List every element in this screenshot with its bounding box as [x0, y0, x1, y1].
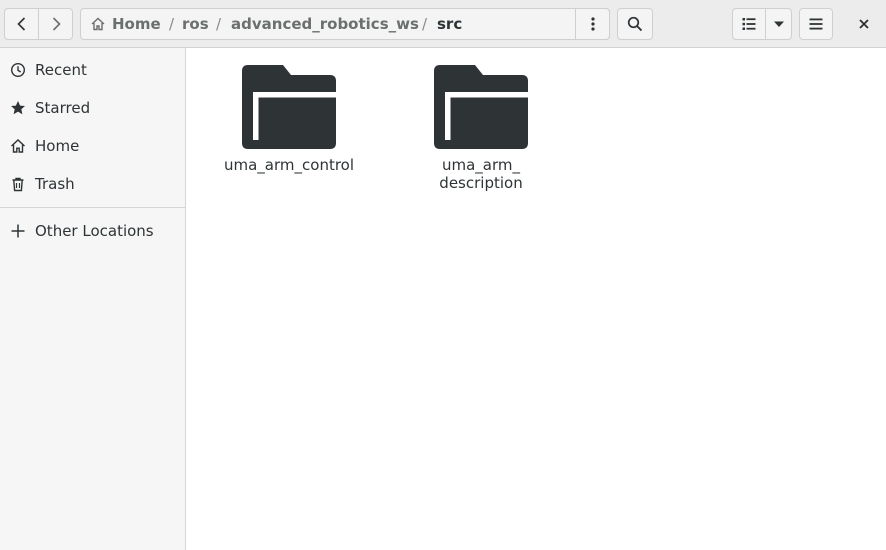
home-icon	[11, 139, 25, 153]
breadcrumb-advanced-robotics-ws[interactable]: advanced_robotics_ws	[231, 9, 419, 39]
list-view-icon	[742, 18, 756, 30]
sidebar-item-starred[interactable]: Starred	[0, 90, 185, 126]
sidebar-item-label: Starred	[35, 99, 91, 117]
file-manager-window: Home / ros / advanced_robotics_ws / src	[0, 0, 886, 550]
folder-icon	[242, 65, 336, 149]
folder-item-uma-arm-description[interactable]: uma_arm_ description	[416, 64, 546, 199]
plus-icon	[11, 224, 25, 238]
sidebar-item-label: Other Locations	[35, 222, 154, 240]
sidebar-divider	[0, 207, 185, 208]
triangle-down-icon	[773, 21, 784, 27]
recent-clock-icon	[10, 62, 26, 78]
star-icon	[11, 101, 25, 115]
forward-button[interactable]	[38, 8, 73, 40]
path-options-button[interactable]	[575, 8, 610, 40]
sidebar: Recent Starred Home Trash Other Location…	[0, 48, 186, 550]
list-view-button[interactable]	[732, 8, 766, 40]
hamburger-menu-icon	[809, 18, 823, 30]
sidebar-item-label: Home	[35, 137, 80, 155]
breadcrumb-separator: /	[422, 15, 428, 33]
breadcrumb-src[interactable]: src	[437, 9, 462, 39]
breadcrumb-separator: /	[169, 15, 175, 33]
sidebar-item-trash[interactable]: Trash	[0, 166, 185, 202]
folder-icon	[434, 65, 528, 149]
sidebar-item-label: Trash	[35, 175, 75, 193]
breadcrumb-ros[interactable]: ros	[182, 9, 209, 39]
file-name-label: uma_arm_ description	[439, 156, 523, 192]
path-bar: Home / ros / advanced_robotics_ws / src	[80, 8, 610, 40]
chevron-right-icon	[52, 17, 61, 31]
sidebar-item-home[interactable]: Home	[0, 128, 185, 164]
folder-item-uma-arm-control[interactable]: uma_arm_control	[224, 64, 354, 199]
search-icon	[627, 16, 643, 32]
sidebar-item-other-locations[interactable]: Other Locations	[0, 213, 185, 249]
breadcrumb-home[interactable]: Home	[112, 9, 161, 39]
file-view: uma_arm_control uma_arm_ description	[186, 48, 886, 550]
view-options-dropdown[interactable]	[765, 8, 792, 40]
main-menu-button[interactable]	[799, 8, 833, 40]
sidebar-item-recent[interactable]: Recent	[0, 52, 185, 88]
chevron-left-icon	[16, 17, 25, 31]
kebab-menu-icon	[590, 17, 595, 31]
search-button[interactable]	[617, 8, 653, 40]
close-icon	[859, 19, 869, 29]
sidebar-item-label: Recent	[35, 61, 87, 79]
home-icon	[91, 17, 105, 31]
back-button[interactable]	[4, 8, 39, 40]
file-name-label: uma_arm_control	[224, 156, 355, 174]
close-window-button[interactable]	[848, 8, 880, 40]
trash-icon	[12, 177, 24, 192]
breadcrumb-separator: /	[216, 15, 222, 33]
header-bar: Home / ros / advanced_robotics_ws / src	[0, 0, 886, 48]
